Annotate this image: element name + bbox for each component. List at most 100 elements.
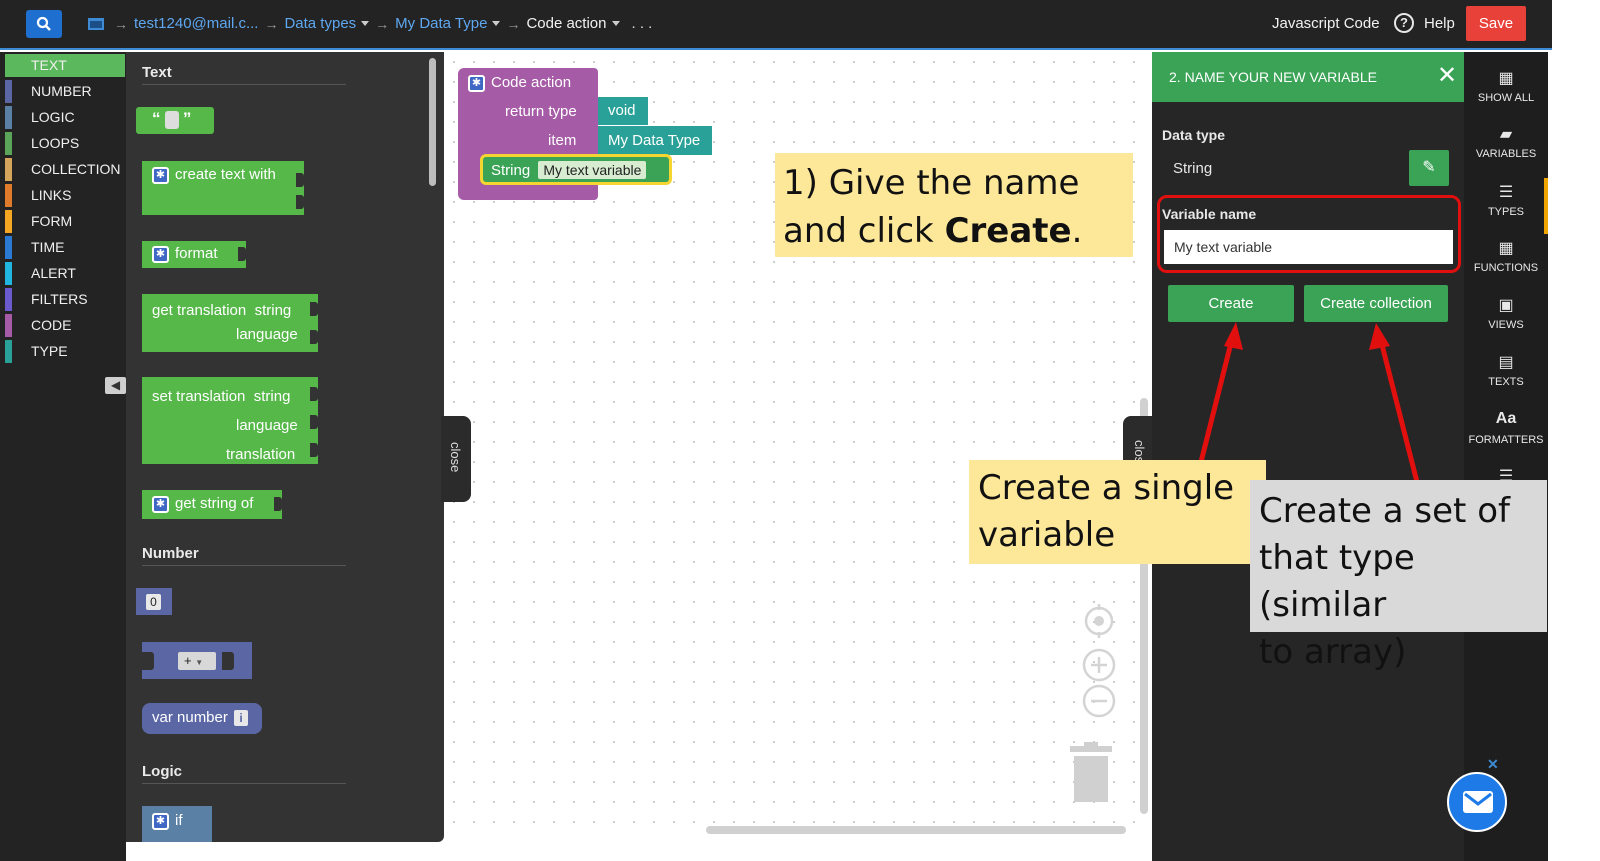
rail-types[interactable]: ☰ TYPES bbox=[1464, 182, 1548, 218]
number-literal-block[interactable]: 0 bbox=[136, 588, 172, 615]
table-icon: ▦ bbox=[1498, 240, 1514, 257]
recenter-icon[interactable] bbox=[1082, 604, 1116, 638]
panel-title: 2. NAME YOUR NEW VARIABLE bbox=[1169, 69, 1377, 85]
search-icon bbox=[36, 16, 51, 31]
close-icon[interactable]: ✕ bbox=[1437, 64, 1457, 88]
edit-data-type-button[interactable]: ✎ bbox=[1409, 150, 1449, 186]
operator-dropdown[interactable]: + ▼ bbox=[178, 652, 216, 670]
category-swatch bbox=[5, 158, 12, 181]
block-arg-label: language bbox=[236, 417, 298, 434]
zoom-in-icon[interactable] bbox=[1082, 648, 1116, 682]
chat-button[interactable] bbox=[1447, 772, 1507, 832]
chevron-down-icon[interactable] bbox=[611, 21, 620, 26]
create-collection-button[interactable]: Create collection bbox=[1304, 285, 1448, 322]
variable-name-field[interactable]: My text variable bbox=[538, 161, 647, 179]
create-text-with-block[interactable]: ✱ create text with bbox=[142, 161, 304, 215]
input-notch bbox=[296, 173, 304, 187]
close-chat-icon[interactable]: ✕ bbox=[1487, 756, 1499, 773]
search-button[interactable] bbox=[26, 10, 62, 38]
help-link[interactable]: Help bbox=[1424, 15, 1455, 32]
breadcrumb-account[interactable]: test1240@mail.c... bbox=[134, 15, 258, 32]
category-swatch bbox=[5, 314, 12, 337]
rail-formatters[interactable]: Aa FORMATTERS bbox=[1464, 410, 1548, 446]
category-logic[interactable]: LOGIC bbox=[5, 106, 125, 129]
save-button[interactable]: Save bbox=[1466, 6, 1526, 41]
quote-open: “ bbox=[152, 109, 161, 128]
gear-icon[interactable]: ✱ bbox=[152, 166, 169, 184]
breadcrumb-more[interactable]: . . . bbox=[632, 15, 653, 32]
my-data-type-block[interactable]: My Data Type bbox=[598, 126, 712, 155]
right-icon-rail: ▦ SHOW ALL ▰ VARIABLES ☰ TYPES ▦ FUNCTIONS ▣… bbox=[1464, 52, 1548, 861]
category-links[interactable]: LINKS bbox=[5, 184, 125, 207]
gear-icon[interactable]: ✱ bbox=[152, 245, 169, 263]
rail-label: VIEWS bbox=[1488, 319, 1524, 331]
category-number[interactable]: NUMBER bbox=[5, 80, 125, 103]
format-block[interactable]: ✱ format bbox=[142, 241, 246, 268]
category-label: FILTERS bbox=[31, 291, 88, 307]
chevron-down-icon[interactable] bbox=[361, 21, 370, 26]
create-button[interactable]: Create bbox=[1168, 285, 1294, 322]
text-literal-block[interactable]: “ ” bbox=[136, 107, 214, 134]
pencil-icon: ✎ bbox=[1422, 159, 1436, 176]
string-variable-block[interactable]: String My text variable bbox=[480, 154, 672, 185]
category-collection[interactable]: COLLECTION bbox=[5, 158, 125, 181]
input-notch bbox=[296, 195, 304, 209]
callout-line: that type (similar bbox=[1259, 538, 1415, 625]
divider bbox=[142, 84, 346, 85]
number-value[interactable]: 0 bbox=[146, 594, 161, 610]
breadcrumb-arrow-icon: → bbox=[264, 15, 279, 32]
var-number-block[interactable]: var number i bbox=[142, 703, 262, 734]
gear-icon[interactable]: ✱ bbox=[152, 495, 169, 513]
flyout-scrollbar[interactable] bbox=[429, 58, 436, 186]
category-loops[interactable]: LOOPS bbox=[5, 132, 125, 155]
category-type[interactable]: TYPE bbox=[5, 340, 125, 363]
canvas-horizontal-scrollbar[interactable] bbox=[706, 826, 1126, 834]
arithmetic-block[interactable]: + ▼ bbox=[142, 642, 252, 679]
operator-label: + bbox=[184, 653, 192, 668]
rail-variables[interactable]: ▰ VARIABLES bbox=[1464, 124, 1548, 160]
top-bar: → test1240@mail.c... → Data types → My D… bbox=[0, 0, 1552, 50]
category-alert[interactable]: ALERT bbox=[5, 262, 125, 285]
get-string-of-block[interactable]: ✱ get string of bbox=[142, 490, 282, 519]
category-label: LOOPS bbox=[31, 135, 80, 151]
get-translation-block[interactable]: get translation string language bbox=[142, 294, 318, 352]
category-time[interactable]: TIME bbox=[5, 236, 125, 259]
category-label: TYPE bbox=[31, 343, 68, 359]
collapse-arrow-icon[interactable]: ◀ bbox=[105, 377, 126, 394]
gear-icon[interactable]: ✱ bbox=[152, 812, 169, 830]
flyout-section-text: Text bbox=[142, 64, 172, 81]
category-filters[interactable]: FILTERS bbox=[5, 288, 125, 311]
block-label: var number bbox=[152, 709, 228, 726]
help-icon[interactable]: ? bbox=[1394, 13, 1414, 33]
rail-functions[interactable]: ▦ FUNCTIONS bbox=[1464, 238, 1548, 274]
divider bbox=[142, 565, 346, 566]
breadcrumb-code-action[interactable]: Code action bbox=[526, 15, 606, 32]
rail-views[interactable]: ▣ VIEWS bbox=[1464, 295, 1548, 331]
mail-icon bbox=[1463, 791, 1493, 813]
variable-name-input[interactable] bbox=[1164, 230, 1453, 264]
breadcrumb-my-data-type[interactable]: My Data Type bbox=[395, 15, 487, 32]
category-code[interactable]: CODE bbox=[5, 314, 125, 337]
void-type-block[interactable]: void bbox=[598, 97, 648, 125]
info-icon[interactable]: i bbox=[234, 710, 249, 726]
javascript-code-link[interactable]: Javascript Code bbox=[1272, 15, 1380, 32]
set-translation-block[interactable]: set translation string language translat… bbox=[142, 377, 318, 464]
breadcrumb-data-types[interactable]: Data types bbox=[284, 15, 356, 32]
return-type-label: return type bbox=[505, 103, 577, 120]
trash-icon[interactable] bbox=[1068, 742, 1114, 804]
block-arg-label: translation bbox=[226, 446, 296, 463]
input-notch bbox=[142, 652, 154, 670]
document-icon: ▤ bbox=[1498, 354, 1514, 371]
rail-texts[interactable]: ▤ TEXTS bbox=[1464, 352, 1548, 388]
text-input-slot[interactable] bbox=[164, 111, 179, 130]
if-block[interactable]: ✱ if bbox=[142, 806, 212, 842]
close-flyout-tab[interactable]: close bbox=[441, 416, 471, 502]
zoom-out-icon[interactable] bbox=[1082, 684, 1116, 718]
category-swatch bbox=[5, 236, 12, 259]
rail-show-all[interactable]: ▦ SHOW ALL bbox=[1464, 68, 1548, 104]
gear-icon[interactable]: ✱ bbox=[468, 74, 485, 92]
category-text[interactable]: TEXT bbox=[5, 54, 125, 77]
new-variable-panel: 2. NAME YOUR NEW VARIABLE ✕ Data type St… bbox=[1152, 52, 1464, 861]
category-form[interactable]: FORM bbox=[5, 210, 125, 233]
chevron-down-icon[interactable] bbox=[492, 21, 501, 26]
